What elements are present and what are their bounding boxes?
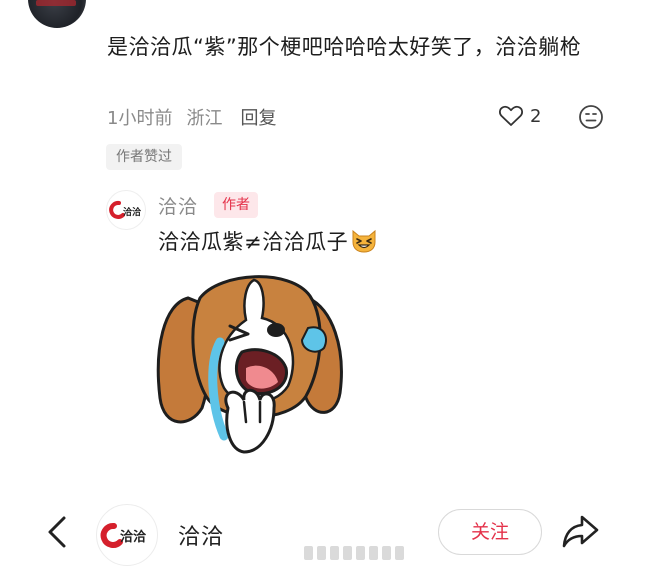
watermark — [304, 546, 404, 560]
account-avatar[interactable]: 洽洽 — [96, 504, 158, 566]
comment-text: 是洽洽瓜“紫”那个梗吧哈哈哈太好笑了，洽洽躺枪 — [107, 35, 582, 59]
comment-location: 浙江 — [186, 108, 223, 129]
comment-meta: 1小时前 浙江 回复 — [107, 104, 276, 130]
author-liked-badge: 作者赞过 — [106, 144, 182, 170]
share-arrow-icon — [562, 515, 599, 548]
reply-text: 洽洽瓜紫≠洽洽瓜子 — [158, 230, 349, 254]
neutral-face-icon — [579, 105, 603, 129]
reply-button[interactable]: 回复 — [240, 104, 276, 130]
reply-logo-text: 洽洽 — [123, 206, 142, 218]
follow-button[interactable]: 关注 — [438, 509, 542, 555]
brand-logo-icon: 洽洽 — [100, 522, 147, 548]
author-tag: 作者 — [214, 192, 258, 218]
like-count: 2 — [530, 105, 542, 127]
grinning-squint-cat-emoji — [352, 229, 376, 253]
crying-beagle-sticker — [156, 275, 343, 454]
back-button[interactable] — [44, 514, 72, 554]
emoji-reaction-button[interactable] — [578, 104, 604, 134]
account-name[interactable]: 洽洽 — [178, 519, 224, 551]
reply-content: 洽洽瓜紫≠洽洽瓜子 — [158, 226, 378, 256]
bottom-logo-text: 洽洽 — [120, 529, 147, 545]
like-button[interactable]: 2 — [498, 104, 541, 128]
comment-time: 1小时前 — [107, 108, 173, 129]
reply-username[interactable]: 洽洽 — [158, 192, 198, 219]
chevron-left-icon — [48, 516, 66, 548]
commenter-avatar[interactable] — [28, 0, 86, 28]
brand-logo-icon: 洽洽 — [109, 200, 142, 219]
reply-avatar[interactable]: 洽洽 — [106, 190, 146, 230]
heart-icon — [499, 105, 523, 126]
share-button[interactable] — [560, 512, 600, 554]
